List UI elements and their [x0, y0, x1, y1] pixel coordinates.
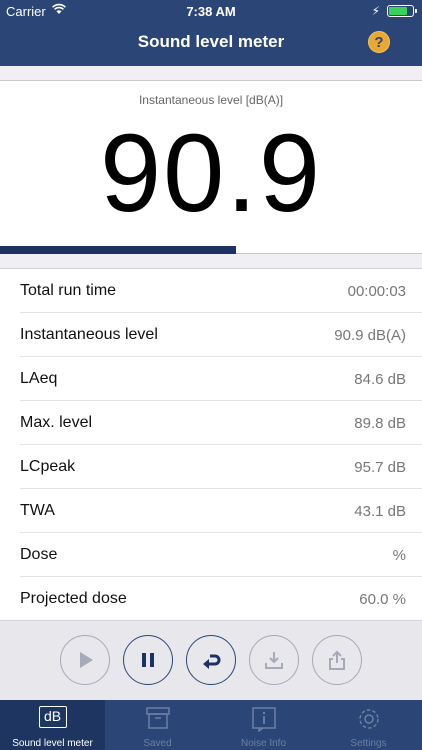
top-bar: Carrier 7:38 AM ⚡︎ Sound level meter ?: [0, 0, 422, 66]
download-icon: [265, 652, 283, 669]
stat-value: 00:00:03: [347, 283, 406, 300]
list-item: TWA 43.1 dB: [20, 489, 422, 533]
stat-name: Projected dose: [20, 590, 127, 607]
stat-name: TWA: [20, 502, 55, 519]
stats-list: Total run time 00:00:03 Instantaneous lev…: [0, 268, 422, 622]
play-icon: [80, 652, 93, 668]
stat-name: Max. level: [20, 414, 93, 431]
tab-settings[interactable]: Settings: [316, 700, 421, 750]
info-icon: [251, 707, 276, 732]
stat-name: Total run time: [20, 282, 117, 299]
play-button[interactable]: [60, 635, 110, 685]
reset-button[interactable]: [186, 635, 236, 685]
db-icon: dB: [38, 706, 67, 728]
archive-icon: [145, 707, 170, 729]
control-bar: [0, 620, 422, 700]
page-title: Sound level meter: [137, 32, 285, 51]
list-item: Instantaneous level 90.9 dB(A): [20, 313, 422, 357]
stat-name: LAeq: [20, 370, 58, 387]
list-item: Max. level 89.8 dB: [20, 401, 422, 445]
meter-label: Instantaneous level [dB(A)]: [138, 93, 284, 107]
charging-icon: ⚡︎: [371, 4, 380, 18]
list-item: Dose%: [20, 533, 422, 577]
share-icon: [329, 650, 345, 670]
stat-value: 60.0 %: [359, 591, 406, 608]
stat-value: 90.9 dB(A): [334, 327, 406, 344]
pause-button[interactable]: [123, 635, 173, 685]
tab-label: Saved: [143, 738, 172, 749]
stat-name: LCpeak: [20, 458, 76, 475]
stat-value: 43.1 dB: [354, 503, 406, 520]
save-button[interactable]: [249, 635, 299, 685]
reset-icon: [203, 654, 221, 669]
list-item: Projected dose 60.0 %: [20, 577, 422, 621]
stat-value: 84.6 dB: [354, 371, 406, 388]
tab-label: Noise Info: [240, 738, 287, 749]
tab-label: Settings: [350, 738, 387, 749]
meter-value: 90.9: [99, 112, 323, 235]
list-item: LAeq 84.6 dB: [20, 357, 422, 401]
stat-name: Instantaneous level: [20, 326, 158, 343]
status-time: 7:38 AM: [186, 4, 236, 19]
list-item: LCpeak 95.7 dB: [20, 445, 422, 489]
stat-value: %: [392, 547, 406, 564]
gear-icon: [358, 709, 379, 729]
stat-value: 95.7 dB: [354, 459, 406, 476]
battery-icon: [387, 5, 417, 17]
level-bar: [0, 246, 236, 254]
pause-icon: [142, 653, 154, 667]
stat-name: Dose: [20, 546, 58, 563]
stat-value: 89.8 dB: [354, 415, 406, 432]
tab-noise-info[interactable]: Noise Info: [211, 700, 316, 750]
meter-panel: Instantaneous level [dB(A)] 90.9: [0, 80, 422, 254]
tab-sound-level-meter[interactable]: dB Sound level meter: [0, 700, 105, 750]
tab-label: Sound level meter: [12, 738, 93, 749]
share-button[interactable]: [312, 635, 362, 685]
list-item: Total run time 00:00:03: [20, 269, 422, 313]
status-bar: Carrier 7:38 AM ⚡︎: [0, 0, 422, 22]
tab-saved[interactable]: Saved: [105, 700, 210, 750]
help-button[interactable]: ?: [368, 31, 390, 53]
tab-bar: dB Sound level meter Saved Noise Info Se…: [0, 700, 422, 750]
